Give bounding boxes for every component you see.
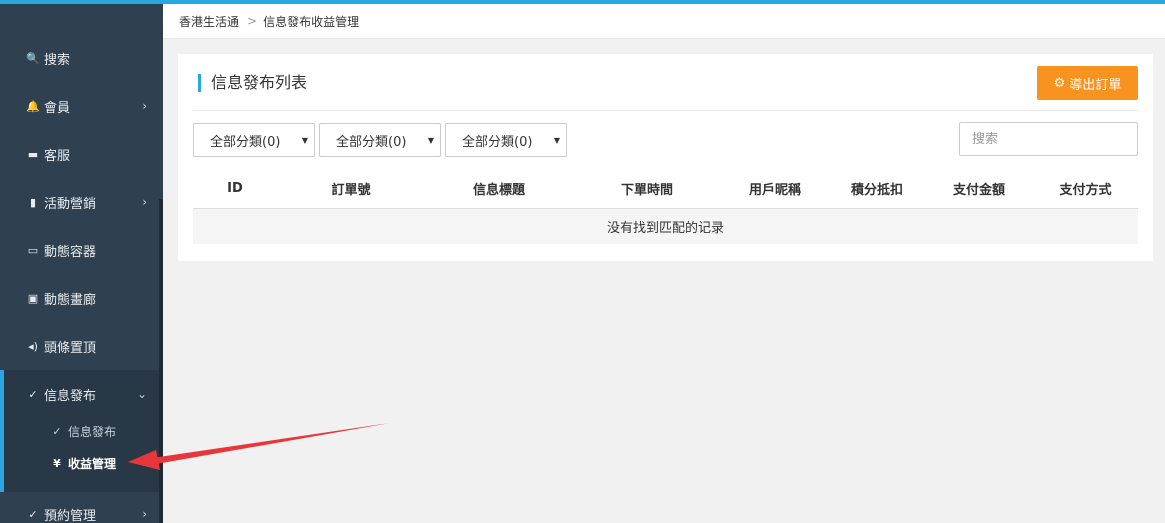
check-edit-icon: ✓ (28, 507, 38, 521)
column-header-info-title[interactable]: 信息標題 (425, 169, 573, 209)
breadcrumb: 香港生活通 > 信息發布收益管理 (163, 4, 1165, 39)
chevron-right-icon: › (142, 195, 147, 209)
chevron-right-icon: › (142, 99, 147, 113)
volume-icon: ◂) (28, 339, 38, 353)
sidebar-item-marketing[interactable]: ▮ 活動營銷 › (0, 178, 159, 226)
caret-down-icon: ▼ (301, 136, 308, 145)
table-header-row: ID 訂單號 信息標題 下單時間 用戶昵稱 積分抵扣 支付金額 支付方式 (193, 169, 1138, 209)
sidebar-scrollbar[interactable] (159, 199, 163, 523)
sidebar-item-label: 動態容器 (44, 244, 97, 260)
breadcrumb-home[interactable]: 香港生活通 (179, 13, 239, 30)
sidebar-item-search[interactable]: 🔍 搜索 (0, 34, 159, 82)
bookmark-icon: ▮ (29, 195, 37, 209)
content-panel: 信息發布列表 ⚙ 導出訂單 全部分類(0) ▼ 全部分類(0) ▼ 全部分類(0… (178, 54, 1153, 261)
picture-icon: ▣ (27, 291, 39, 305)
select-value: 全部分類(0) (210, 134, 281, 150)
select-value: 全部分類(0) (336, 134, 407, 150)
search-input[interactable] (959, 122, 1138, 156)
column-header-order-no[interactable]: 訂單號 (277, 169, 425, 209)
orders-table: ID 訂單號 信息標題 下單時間 用戶昵稱 積分抵扣 支付金額 支付方式 没有找… (193, 169, 1138, 244)
sidebar-item-booking[interactable]: ✓ 預約管理 › (0, 490, 159, 523)
table-row: 没有找到匹配的记录 (193, 208, 1138, 244)
sidebar-item-label: 頭條置頂 (44, 340, 97, 356)
comment-icon: ▬ (27, 147, 39, 161)
gear-icon: ⚙ (1053, 75, 1066, 90)
sidebar-item-dynamic-gallery[interactable]: ▣ 動態畫廊 (0, 274, 159, 322)
column-header-order-time[interactable]: 下單時間 (573, 169, 721, 209)
sidebar: 🔍 搜索 🔔 會員 › ▬ 客服 ▮ 活動營銷 › ▭ 動態容器 ▣ 動態畫廊 … (0, 4, 163, 523)
sidebar-item-support[interactable]: ▬ 客服 (0, 130, 159, 178)
bell-icon: 🔔 (26, 99, 40, 113)
column-header-nickname[interactable]: 用戶昵稱 (721, 169, 829, 209)
select-value: 全部分類(0) (462, 134, 533, 150)
sidebar-item-headline-pin[interactable]: ◂) 頭條置頂 (0, 322, 159, 370)
sidebar-item-info-publish[interactable]: ✓ 信息發布 ⌄ (0, 370, 159, 418)
search-icon: 🔍 (26, 51, 40, 65)
yen-icon: ¥ (53, 456, 61, 470)
caret-down-icon: ▼ (553, 136, 560, 145)
chevron-down-icon: ⌄ (136, 387, 147, 401)
sidebar-item-label: 信息發布 (44, 388, 97, 404)
category-select-1[interactable]: 全部分類(0) ▼ (193, 123, 315, 157)
annotation-arrow-shaft (152, 423, 390, 464)
column-header-payment-method[interactable]: 支付方式 (1033, 169, 1138, 209)
sidebar-subitem-revenue[interactable]: ¥ 收益管理 (4, 448, 159, 478)
panel-header: 信息發布列表 ⚙ 導出訂單 (193, 54, 1138, 111)
sidebar-item-label: 動態畫廊 (44, 292, 97, 308)
export-orders-button[interactable]: ⚙ 導出訂單 (1037, 66, 1138, 100)
sidebar-item-label: 會員 (44, 100, 71, 116)
column-header-amount[interactable]: 支付金額 (925, 169, 1033, 209)
sidebar-item-label: 預約管理 (44, 508, 97, 523)
category-select-2[interactable]: 全部分類(0) ▼ (319, 123, 441, 157)
sidebar-item-dynamic-container[interactable]: ▭ 動態容器 (0, 226, 159, 274)
check-edit-icon: ✓ (28, 387, 38, 401)
page-title: 信息發布列表 (198, 74, 307, 92)
check-edit-icon: ✓ (52, 424, 62, 438)
sidebar-item-label: 客服 (44, 148, 71, 164)
sidebar-subitem-label: 信息發布 (68, 424, 117, 439)
sidebar-subitem-info-publish[interactable]: ✓ 信息發布 (4, 416, 159, 446)
breadcrumb-current: 信息發布收益管理 (263, 14, 360, 29)
caret-down-icon: ▼ (427, 136, 434, 145)
category-select-3[interactable]: 全部分類(0) ▼ (445, 123, 567, 157)
chevron-right-icon: › (142, 507, 147, 521)
column-header-points[interactable]: 積分抵扣 (829, 169, 925, 209)
sidebar-item-label: 活動營銷 (44, 196, 97, 212)
breadcrumb-separator: > (247, 14, 258, 28)
empty-message: 没有找到匹配的记录 (193, 208, 1138, 244)
inbox-icon: ▭ (27, 243, 39, 257)
sidebar-subitem-label: 收益管理 (68, 456, 117, 471)
sidebar-item-members[interactable]: 🔔 會員 › (0, 82, 159, 130)
sidebar-submenu: ✓ 信息發布 ¥ 收益管理 (0, 416, 159, 492)
column-header-id[interactable]: ID (193, 169, 277, 209)
export-orders-label: 導出訂單 (1069, 76, 1122, 92)
sidebar-item-label: 搜索 (44, 52, 71, 68)
